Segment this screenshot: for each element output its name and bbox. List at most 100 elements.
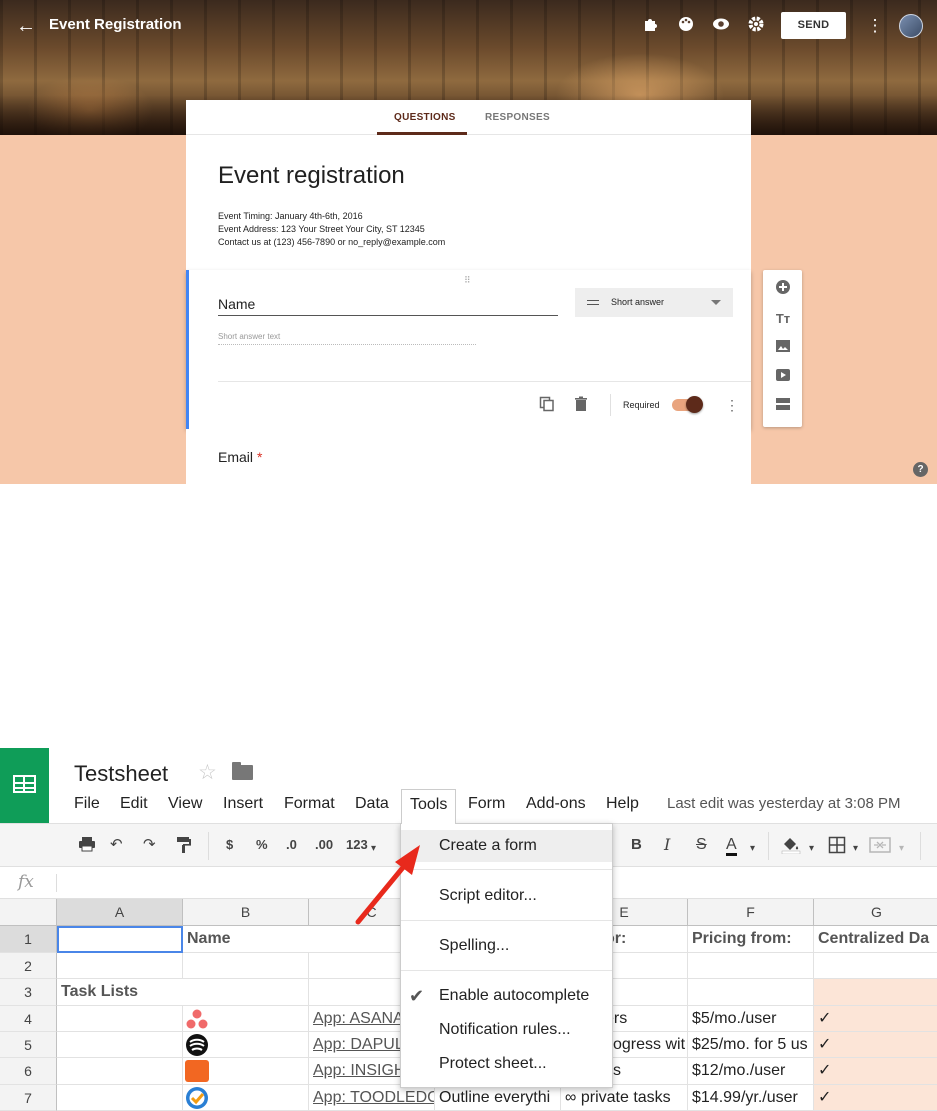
table-cell[interactable]: ✓: [814, 1058, 937, 1085]
row-header[interactable]: 2: [0, 953, 57, 979]
percent-format-button[interactable]: %: [256, 836, 268, 854]
table-cell[interactable]: $5/mo./user: [688, 1006, 814, 1032]
question-title-input[interactable]: Name: [218, 296, 558, 316]
menu-item-protect-sheet[interactable]: Protect sheet...: [401, 1048, 612, 1080]
tab-responses[interactable]: RESPONSES: [485, 112, 550, 123]
number-format-button[interactable]: 123: [346, 836, 368, 854]
row-header[interactable]: 5: [0, 1032, 57, 1058]
chevron-down-icon[interactable]: ▾: [809, 840, 814, 858]
more-vert-icon[interactable]: ⋮: [864, 15, 886, 37]
merge-cells-icon[interactable]: [869, 836, 891, 859]
column-header[interactable]: G: [814, 899, 937, 926]
sheets-logo-icon[interactable]: [0, 748, 49, 823]
row-header[interactable]: 6: [0, 1058, 57, 1085]
redo-icon[interactable]: ↷: [143, 836, 156, 854]
text-color-button[interactable]: A: [726, 836, 737, 856]
row-header[interactable]: 4: [0, 1006, 57, 1032]
menu-form[interactable]: Form: [468, 795, 505, 813]
table-cell[interactable]: [183, 1058, 309, 1085]
table-cell[interactable]: $14.99/yr./user: [688, 1085, 814, 1111]
table-cell-selected[interactable]: [57, 926, 183, 953]
menu-help[interactable]: Help: [606, 795, 639, 813]
table-cell[interactable]: [57, 953, 183, 979]
table-cell[interactable]: Outline everythi: [435, 1085, 561, 1111]
required-toggle[interactable]: [672, 396, 703, 413]
table-cell[interactable]: Name: [183, 926, 435, 953]
borders-icon[interactable]: [828, 836, 846, 859]
menu-tools[interactable]: Tools: [401, 789, 457, 824]
fill-color-icon[interactable]: [781, 836, 801, 859]
strikethrough-button[interactable]: S: [696, 836, 707, 854]
chevron-down-icon[interactable]: ▾: [371, 840, 376, 858]
send-button[interactable]: SEND: [781, 12, 846, 39]
undo-icon[interactable]: ↶: [110, 836, 123, 854]
folder-icon[interactable]: [232, 762, 253, 780]
table-cell[interactable]: [814, 953, 937, 979]
menu-edit[interactable]: Edit: [120, 795, 148, 813]
table-cell-link[interactable]: App: TOODLEDC: [309, 1085, 435, 1111]
menu-item-autocomplete[interactable]: ✔ Enable autocomplete: [401, 980, 612, 1012]
bold-button[interactable]: B: [631, 836, 642, 854]
add-image-icon[interactable]: [773, 338, 793, 358]
table-cell[interactable]: [57, 1058, 183, 1085]
avatar[interactable]: [899, 14, 923, 38]
table-cell[interactable]: ✓: [814, 1085, 937, 1111]
decrease-decimal-button[interactable]: .0: [286, 836, 297, 854]
column-header[interactable]: F: [688, 899, 814, 926]
question-type-dropdown[interactable]: Short answer: [575, 288, 733, 317]
star-icon[interactable]: ☆: [198, 760, 217, 785]
table-cell[interactable]: [688, 953, 814, 979]
menu-file[interactable]: File: [74, 795, 100, 813]
add-question-icon[interactable]: [773, 279, 793, 299]
help-icon[interactable]: ?: [913, 462, 928, 477]
add-video-icon[interactable]: [773, 367, 793, 387]
row-header[interactable]: 7: [0, 1085, 57, 1111]
table-cell[interactable]: [688, 979, 814, 1006]
menu-data[interactable]: Data: [355, 795, 389, 813]
add-section-icon[interactable]: [773, 396, 793, 416]
menu-view[interactable]: View: [168, 795, 202, 813]
add-title-icon[interactable]: Tт: [773, 309, 793, 329]
addon-puzzle-icon[interactable]: [640, 15, 662, 37]
table-cell[interactable]: $12/mo./user: [688, 1058, 814, 1085]
tab-questions[interactable]: QUESTIONS: [394, 112, 456, 123]
form-description[interactable]: Event Timing: January 4th-6th, 2016 Even…: [218, 210, 445, 249]
table-cell[interactable]: [183, 953, 309, 979]
table-cell[interactable]: [57, 1032, 183, 1058]
menu-item-create-form[interactable]: Create a form: [401, 830, 612, 862]
table-cell[interactable]: [57, 1006, 183, 1032]
table-cell[interactable]: [183, 1032, 309, 1058]
delete-trash-icon[interactable]: [572, 396, 590, 414]
duplicate-icon[interactable]: [538, 396, 556, 414]
menu-addons[interactable]: Add-ons: [526, 795, 586, 813]
preview-eye-icon[interactable]: [710, 15, 732, 37]
currency-format-button[interactable]: $: [226, 836, 233, 854]
menu-item-spelling[interactable]: Spelling...: [401, 930, 612, 962]
table-cell[interactable]: [183, 1006, 309, 1032]
table-cell[interactable]: [57, 1085, 183, 1111]
settings-gear-icon[interactable]: [745, 15, 767, 37]
row-header[interactable]: 3: [0, 979, 57, 1006]
paint-format-icon[interactable]: [176, 836, 192, 859]
menu-item-script-editor[interactable]: Script editor...: [401, 880, 612, 912]
column-header[interactable]: A: [57, 899, 183, 926]
table-cell[interactable]: ∞ private tasks: [561, 1085, 688, 1111]
table-cell[interactable]: $25/mo. for 5 us: [688, 1032, 814, 1058]
print-icon[interactable]: [78, 836, 96, 857]
table-cell[interactable]: Task Lists: [57, 979, 309, 1006]
form-title[interactable]: Event registration: [218, 162, 405, 190]
table-cell[interactable]: [814, 979, 937, 1006]
question-card[interactable]: Email *: [186, 429, 751, 484]
chevron-down-icon[interactable]: ▾: [899, 840, 904, 858]
menu-format[interactable]: Format: [284, 795, 335, 813]
increase-decimal-button[interactable]: .00: [315, 836, 333, 854]
more-vert-icon[interactable]: ⋮: [723, 396, 741, 414]
chevron-down-icon[interactable]: ▾: [750, 840, 755, 858]
italic-button[interactable]: I: [664, 836, 670, 854]
drag-handle-icon[interactable]: ⠿: [464, 275, 472, 286]
table-cell[interactable]: [183, 1085, 309, 1111]
select-all-corner[interactable]: [0, 899, 57, 926]
table-cell[interactable]: Centralized Da: [814, 926, 937, 953]
last-edit-status[interactable]: Last edit was yesterday at 3:08 PM: [667, 795, 900, 812]
menu-insert[interactable]: Insert: [223, 795, 263, 813]
